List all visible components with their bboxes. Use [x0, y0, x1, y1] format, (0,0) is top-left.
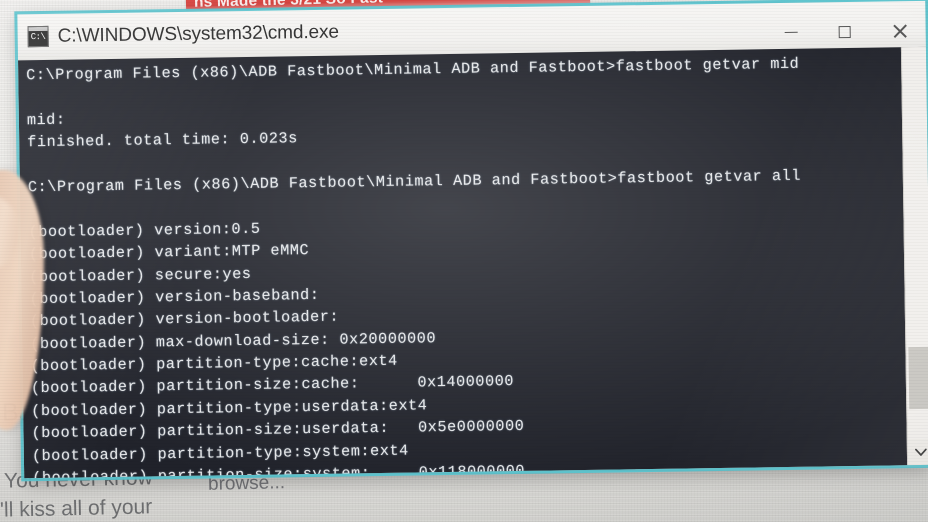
titlebar-left-group: C:\ C:\WINDOWS\system32\cmd.exe: [18, 15, 764, 48]
minimize-icon: [784, 31, 798, 34]
maximize-button[interactable]: [817, 14, 871, 49]
cmd-icon-glyph: C:\: [30, 31, 46, 43]
scroll-down-button[interactable]: [907, 438, 928, 466]
console-output-area[interactable]: C:\Program Files (x86)\ADB Fastboot\Mini…: [18, 46, 928, 479]
cmd-window: C:\ C:\WINDOWS\system32\cmd.exe C:\Progr…: [14, 0, 928, 482]
minimize-button[interactable]: [763, 15, 817, 50]
cmd-icon: C:\: [27, 25, 49, 48]
cmd-icon-titlebar-detail: [28, 26, 48, 32]
background-line-browse: browse...: [207, 472, 286, 495]
window-title: C:\WINDOWS\system32\cmd.exe: [57, 21, 340, 47]
scrollbar-thumb[interactable]: [908, 346, 928, 410]
console-text: C:\Program Files (x86)\ADB Fastboot\Mini…: [26, 51, 914, 479]
close-icon: [891, 23, 906, 38]
background-line-kiss: 'll kiss all of your: [0, 495, 153, 522]
close-button[interactable]: [871, 13, 925, 48]
chevron-down-icon: [914, 448, 927, 456]
screen-photo: ns Made the 3/21 So Fast · · · · Back Yo…: [0, 0, 928, 522]
maximize-icon: [838, 25, 851, 38]
